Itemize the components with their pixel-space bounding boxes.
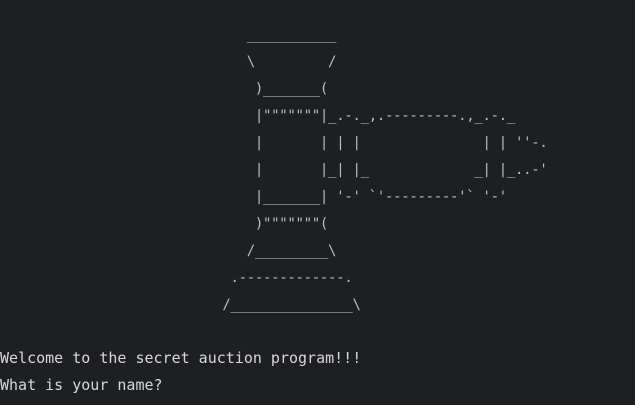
gavel-ascii-logo: ___________ \ / )_______( |"""""""|_.-._… <box>222 27 548 313</box>
welcome-message: Welcome to the secret auction program!!! <box>0 349 362 367</box>
terminal-output[interactable]: ___________ \ / )_______( |"""""""|_.-._… <box>0 0 635 405</box>
name-prompt: What is your name? <box>0 376 163 394</box>
